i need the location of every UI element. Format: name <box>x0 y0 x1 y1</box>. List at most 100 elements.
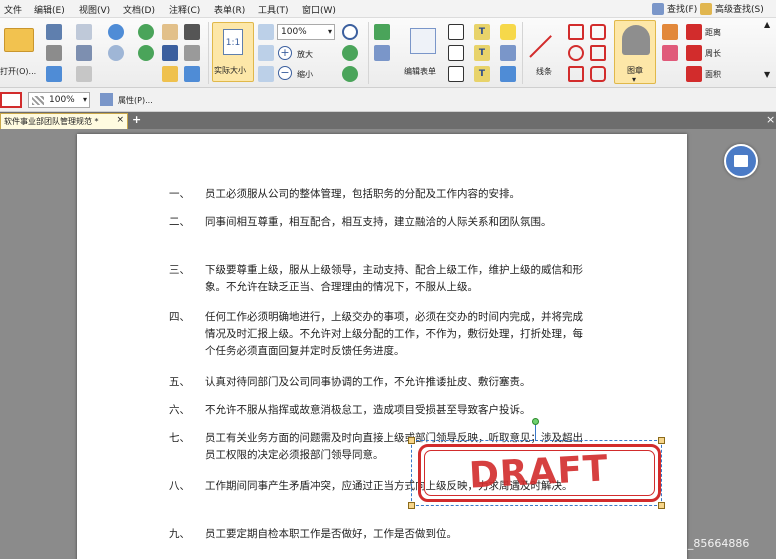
form-edit-icon <box>410 28 436 54</box>
opacity-select[interactable]: 100% ▾ <box>28 92 90 108</box>
text-tool-icon[interactable]: T <box>474 24 490 40</box>
insert-text-icon[interactable]: T <box>474 66 490 82</box>
hand-print-icon[interactable] <box>76 45 92 61</box>
ribbon-scroll-up-icon[interactable]: ▲ <box>764 20 770 29</box>
menu-edit[interactable]: 编辑(E) <box>34 3 65 16</box>
close-all-icon[interactable]: × <box>766 113 775 126</box>
menu-document[interactable]: 文档(D) <box>123 3 155 16</box>
perimeter-button[interactable]: 周长 <box>686 45 736 61</box>
insert-page-icon[interactable] <box>374 24 390 40</box>
new-tab-icon[interactable]: + <box>132 113 141 126</box>
rotate-right-icon[interactable] <box>342 66 358 82</box>
opacity-value: 100% <box>49 95 75 105</box>
edit-form-button[interactable]: 编辑表单 <box>402 22 444 82</box>
magnifier-icon[interactable] <box>342 24 358 40</box>
zoom-in-button[interactable]: + 放大 <box>278 46 328 62</box>
note-icon[interactable] <box>500 24 516 40</box>
zoom-tool-icon[interactable] <box>184 66 200 82</box>
actual-size-button[interactable]: 1:1 实际大小 <box>212 22 254 82</box>
fit-page-icon[interactable] <box>258 24 274 40</box>
zoom-in-label: 放大 <box>297 50 313 59</box>
typewriter-icon[interactable] <box>448 45 464 61</box>
advanced-find-button[interactable]: 高级查找(S) <box>700 2 764 15</box>
advanced-find-label: 高级查找(S) <box>715 5 764 15</box>
back-icon[interactable] <box>138 24 154 40</box>
ribbon-toolbar: 打开(O)... 1:1 实际大小 100% ▾ + 放大 − 缩小 编辑表单 … <box>0 18 776 88</box>
distance-label: 距离 <box>705 28 721 37</box>
document-tab-bar: 软件事业部团队管理规范 * × + × <box>0 112 776 129</box>
marquee-icon[interactable] <box>184 45 200 61</box>
chevron-down-icon: ▾ <box>632 75 637 84</box>
rectangle-icon[interactable] <box>568 66 584 82</box>
export-icon[interactable] <box>46 66 62 82</box>
minus-icon: − <box>278 66 292 80</box>
line-icon <box>529 35 552 58</box>
properties-button[interactable]: 属性(P)... <box>100 92 170 108</box>
text-field-icon[interactable] <box>448 24 464 40</box>
plus-icon: + <box>278 46 292 60</box>
eraser-icon[interactable] <box>662 45 678 61</box>
menu-tools[interactable]: 工具(T) <box>258 3 289 16</box>
resize-handle-br[interactable] <box>658 502 665 509</box>
stamp-selection[interactable]: DRAFT <box>408 437 665 509</box>
color-swatch[interactable] <box>0 92 22 108</box>
save-icon[interactable] <box>46 24 62 40</box>
callout-text-icon[interactable]: T <box>474 45 490 61</box>
find-button[interactable]: 查找(F) <box>652 2 697 15</box>
textbox-icon[interactable] <box>448 66 464 82</box>
undo-icon[interactable] <box>108 24 124 40</box>
menu-comment[interactable]: 注释(C) <box>169 3 200 16</box>
forward-icon[interactable] <box>138 45 154 61</box>
menu-form[interactable]: 表单(R) <box>214 3 245 16</box>
cloud-icon[interactable] <box>590 45 606 61</box>
polygon-icon[interactable] <box>590 24 606 40</box>
document-tab[interactable]: 软件事业部团队管理规范 * × <box>0 113 128 129</box>
arrow-icon[interactable] <box>568 24 584 40</box>
email-icon[interactable] <box>76 24 92 40</box>
zoom-value: 100% <box>281 27 307 37</box>
print-icon[interactable] <box>46 45 62 61</box>
ribbon-scroll-down-icon[interactable]: ▼ <box>764 70 770 79</box>
zoom-select[interactable]: 100% ▾ <box>277 24 335 40</box>
ellipse-icon[interactable] <box>568 45 584 61</box>
rotate-left-icon[interactable] <box>342 45 358 61</box>
select-text-icon[interactable] <box>162 45 178 61</box>
menu-window[interactable]: 窗口(W) <box>302 3 336 16</box>
distance-button[interactable]: 距离 <box>686 24 736 40</box>
fit-width-icon[interactable] <box>258 45 274 61</box>
document-workspace[interactable]: 一、 员工必须服从公司的整体管理，包括职务的分配及工作内容的安排。 二、 同事间… <box>0 129 776 559</box>
rotation-handle[interactable] <box>532 418 539 425</box>
menu-view[interactable]: 视图(V) <box>79 3 110 16</box>
area-icon <box>686 66 702 82</box>
open-button[interactable]: 打开(O)... <box>0 24 40 80</box>
extract-page-icon[interactable] <box>374 45 390 61</box>
camera-icon[interactable] <box>184 24 200 40</box>
find-label: 查找(F) <box>667 5 698 15</box>
resize-handle-tr[interactable] <box>658 437 665 444</box>
attachment-icon[interactable] <box>500 45 516 61</box>
checker-icon <box>32 96 44 105</box>
pentagon-icon[interactable] <box>590 66 606 82</box>
redo-icon[interactable] <box>108 45 124 61</box>
resize-handle-bl[interactable] <box>408 502 415 509</box>
area-button[interactable]: 面积 <box>686 66 736 82</box>
zoom-out-button[interactable]: − 缩小 <box>278 66 328 82</box>
edit-form-label: 编辑表单 <box>404 67 436 76</box>
hand-tool-icon[interactable] <box>162 24 178 40</box>
pencil-icon[interactable] <box>662 24 678 40</box>
chevron-down-icon: ▾ <box>82 95 87 104</box>
resize-handle-tl[interactable] <box>408 437 415 444</box>
cursor-icon[interactable] <box>76 66 92 82</box>
lines-label: 线条 <box>536 67 552 76</box>
stamp-button[interactable]: 图章 ▾ <box>614 20 656 84</box>
tab-close-icon[interactable]: × <box>116 115 124 125</box>
reading-mode-button[interactable] <box>724 144 758 178</box>
sound-icon[interactable] <box>500 66 516 82</box>
page-1to1-icon: 1:1 <box>223 29 243 55</box>
snapshot-icon[interactable] <box>162 66 178 82</box>
menu-file[interactable]: 文件 <box>4 3 22 16</box>
draft-stamp[interactable]: DRAFT <box>418 444 661 502</box>
fit-visible-icon[interactable] <box>258 66 274 82</box>
folder-icon <box>4 28 34 52</box>
lines-button[interactable]: 线条 <box>526 22 562 82</box>
